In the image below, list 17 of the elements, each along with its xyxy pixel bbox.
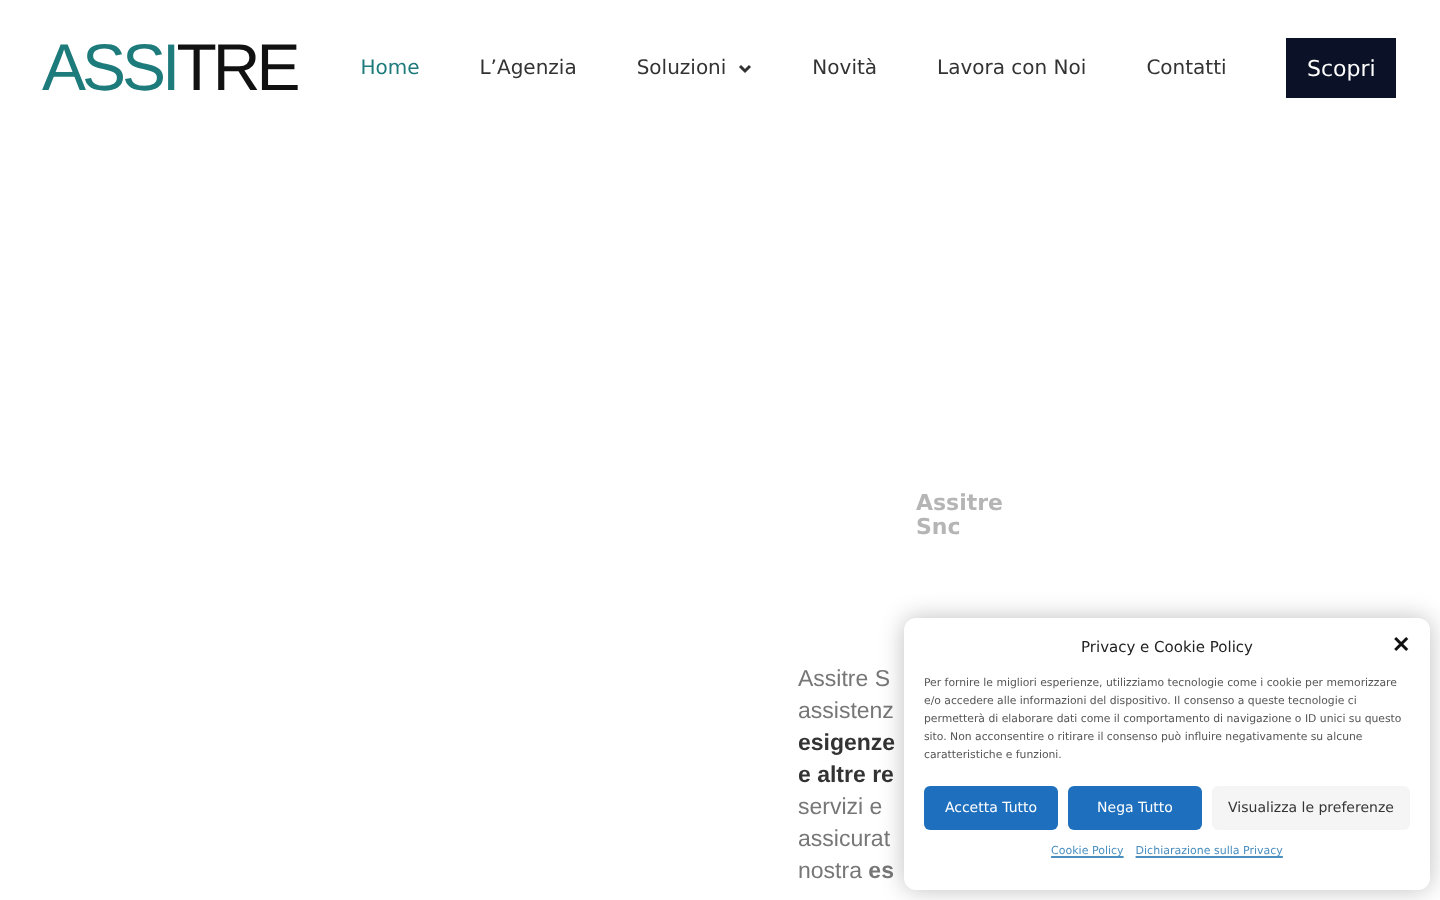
intro-text: e altre re (798, 762, 894, 792)
nav-link[interactable]: Novità (812, 57, 878, 79)
close-button[interactable]: ✕ (1392, 632, 1410, 658)
intro-text: Assitre S (798, 666, 891, 696)
intro-text: esigenze (798, 730, 896, 760)
nav-link[interactable]: Lavora con Noi (937, 57, 1087, 79)
intro-text: assistenz (798, 698, 894, 728)
logo[interactable]: ASSITRE (42, 30, 297, 106)
nav-link[interactable]: Home (360, 57, 420, 79)
caption-text: Assitre Snc (916, 492, 1004, 540)
intro-text: assicurat (798, 826, 891, 856)
nav-link[interactable]: L’Agenzia (479, 57, 577, 79)
intro-text: servizi e (798, 794, 883, 824)
nav-link[interactable]: Soluzioni (636, 57, 753, 79)
nav-link[interactable]: Contatti (1146, 57, 1227, 79)
intro-text: nostra es (798, 858, 894, 888)
scopri-button[interactable]: Scopri (1286, 38, 1396, 98)
